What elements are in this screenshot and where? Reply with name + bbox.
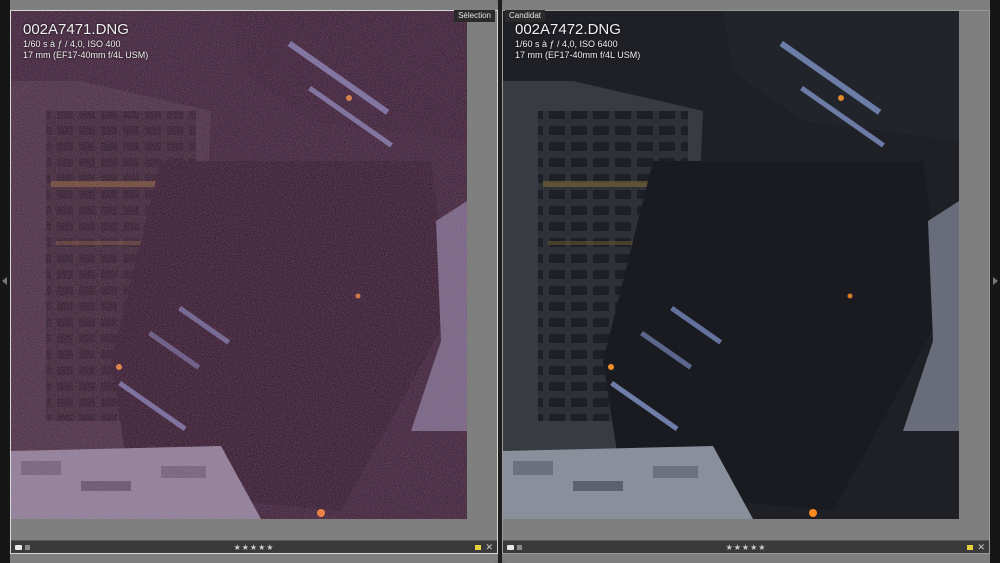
close-icon[interactable]: ✕ — [977, 542, 985, 552]
triangle-right-icon[interactable] — [993, 277, 998, 285]
selection-rating[interactable]: ★★★★★ — [11, 543, 497, 552]
candidate-footer: ★★★★★ ✕ — [503, 540, 989, 553]
candidate-photo[interactable] — [503, 11, 959, 519]
selection-footer: ★★★★★ ✕ — [11, 540, 497, 553]
candidate-label: Candidat — [505, 10, 546, 22]
color-label-icon[interactable] — [967, 544, 973, 550]
color-label-icon[interactable] — [475, 544, 481, 550]
selection-pane[interactable]: 002A7471.DNG 1/60 s à ƒ / 4,0, ISO 400 1… — [10, 10, 498, 554]
selection-label: Sélection — [454, 10, 495, 22]
close-icon[interactable]: ✕ — [485, 542, 493, 552]
selection-photo[interactable] — [11, 11, 467, 519]
candidate-pane[interactable]: 002A7472.DNG 1/60 s à ƒ / 4,0, ISO 6400 … — [502, 10, 990, 554]
triangle-left-icon[interactable] — [2, 277, 7, 285]
candidate-rating[interactable]: ★★★★★ — [503, 543, 989, 552]
